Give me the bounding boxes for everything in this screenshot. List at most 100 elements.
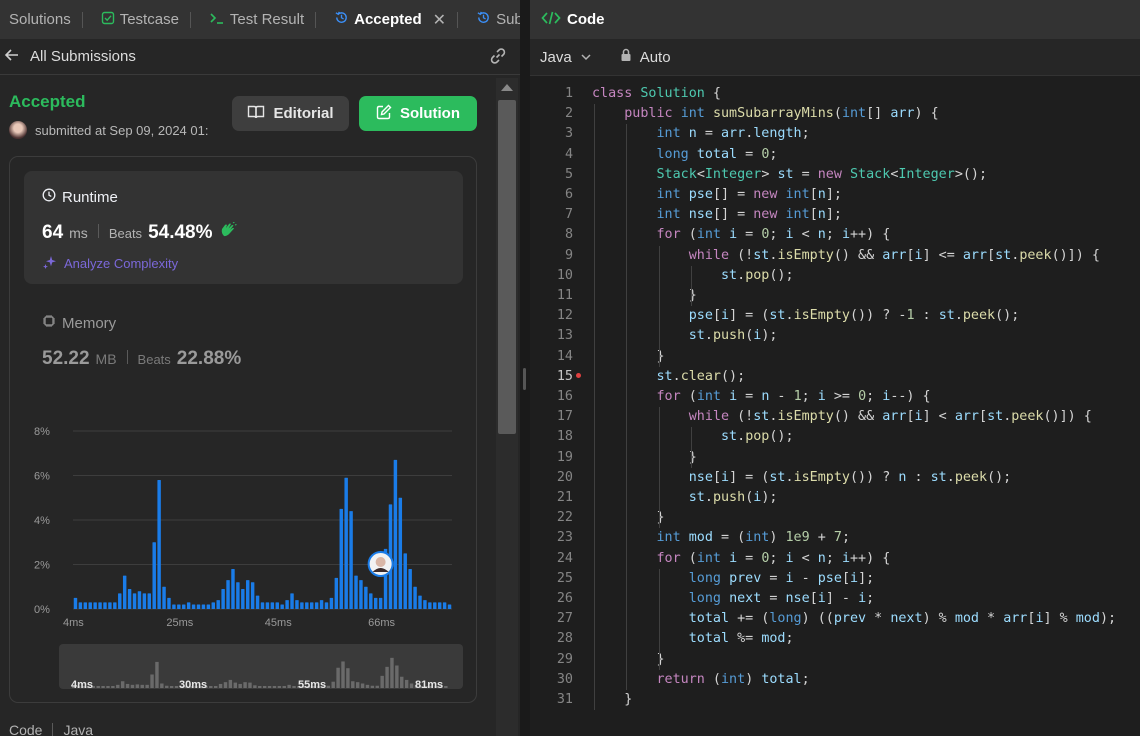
code-line[interactable]: 17 while (!st.isEmpty() && arr[i] < arr[…	[530, 407, 1140, 427]
overview-bar	[155, 661, 159, 688]
line-number[interactable]: 9	[530, 246, 573, 266]
code-line[interactable]: 2 public int sumSubarrayMins(int[] arr) …	[530, 104, 1140, 124]
code-line[interactable]: 30 return (int) total;	[530, 670, 1140, 690]
line-number[interactable]: 5	[530, 165, 573, 185]
line-number[interactable]: 25	[530, 569, 573, 589]
avatar[interactable]	[9, 121, 27, 139]
code-line[interactable]: 5 Stack<Integer> st = new Stack<Integer>…	[530, 165, 1140, 185]
code-line[interactable]: 29 }	[530, 650, 1140, 670]
code-line[interactable]: 18 st.pop();	[530, 427, 1140, 447]
code-line[interactable]: 28 total %= mod;	[530, 629, 1140, 649]
link-icon[interactable]	[488, 47, 508, 69]
line-number[interactable]: 7	[530, 205, 573, 225]
code-editor[interactable]: 1 class Solution {2 public int sumSubarra…	[530, 84, 1140, 736]
code-text: pse[i] = (st.isEmpty()) ? -1 : st.peek()…	[688, 308, 1020, 324]
line-number[interactable]: 10	[530, 266, 573, 286]
code-line[interactable]: 23 int mod = (int) 1e9 + 7;	[530, 528, 1140, 548]
runtime-box[interactable]: Runtime 64 ms Beats 54.48% Analyze Compl…	[24, 171, 463, 284]
y-tick-label: 0%	[34, 604, 50, 616]
line-number[interactable]: 6	[530, 185, 573, 205]
tab-accepted[interactable]: Accepted ✕	[325, 0, 467, 39]
line-number[interactable]: 21	[530, 488, 573, 508]
all-submissions-link[interactable]: All Submissions	[30, 48, 136, 65]
editorial-button[interactable]: Editorial	[232, 96, 349, 131]
line-number[interactable]: 1	[530, 84, 573, 104]
tab-testcase[interactable]: Testcase	[92, 0, 200, 39]
overview-bar	[346, 668, 350, 688]
code-line[interactable]: 12 pse[i] = (st.isEmpty()) ? -1 : st.pee…	[530, 306, 1140, 326]
line-number[interactable]: 27	[530, 609, 573, 629]
back-arrow-icon[interactable]	[4, 48, 22, 66]
line-number[interactable]: 26	[530, 589, 573, 609]
code-line[interactable]: 4 long total = 0;	[530, 145, 1140, 165]
scroll-up-arrow-icon[interactable]	[501, 84, 513, 91]
chart-bar	[147, 593, 152, 609]
tab-test-result[interactable]: Test Result	[200, 0, 325, 39]
line-number[interactable]: 13	[530, 326, 573, 346]
code-line[interactable]: 19 }	[530, 448, 1140, 468]
line-number[interactable]: 31	[530, 690, 573, 710]
line-number[interactable]: 4	[530, 145, 573, 165]
line-number[interactable]: 17	[530, 407, 573, 427]
code-line[interactable]: 1 class Solution {	[530, 84, 1140, 104]
x-tick-label: 25ms	[166, 617, 193, 629]
code-line[interactable]: 27 total += (long) ((prev * next) % mod …	[530, 609, 1140, 629]
line-number[interactable]: 12	[530, 306, 573, 326]
line-number[interactable]: 14	[530, 347, 573, 367]
clap-icon	[219, 221, 237, 243]
code-line[interactable]: 15 st.clear();	[530, 367, 1140, 387]
code-line[interactable]: 25 long prev = i - pse[i];	[530, 569, 1140, 589]
breakpoint-dot-icon[interactable]	[576, 372, 581, 378]
line-number[interactable]: 18	[530, 427, 573, 447]
analyze-complexity-link[interactable]: Analyze Complexity	[42, 254, 178, 273]
line-number[interactable]: 11	[530, 286, 573, 306]
chart-bar	[250, 582, 255, 609]
code-line[interactable]: 22 }	[530, 508, 1140, 528]
overview-bar	[365, 684, 370, 688]
line-number[interactable]: 20	[530, 468, 573, 488]
code-line[interactable]: 7 int nse[] = new int[n];	[530, 205, 1140, 225]
code-line[interactable]: 20 nse[i] = (st.isEmpty()) ? n : st.peek…	[530, 468, 1140, 488]
solution-button[interactable]: Solution	[359, 96, 477, 131]
overview-bar	[355, 682, 360, 688]
code-line[interactable]: 3 int n = arr.length;	[530, 124, 1140, 144]
line-number[interactable]: 19	[530, 448, 573, 468]
line-number[interactable]: 15	[530, 367, 573, 387]
code-line[interactable]: 6 int pse[] = new int[n];	[530, 185, 1140, 205]
line-number[interactable]: 28	[530, 629, 573, 649]
scrollbar-thumb[interactable]	[498, 100, 516, 434]
line-number[interactable]: 3	[530, 124, 573, 144]
splitter-grip[interactable]	[523, 368, 526, 390]
chevron-down-icon[interactable]	[580, 49, 592, 66]
code-line[interactable]: 31 }	[530, 690, 1140, 710]
tab-divider	[189, 11, 191, 28]
line-number[interactable]: 22	[530, 508, 573, 528]
code-line[interactable]: 10 st.pop();	[530, 266, 1140, 286]
code-line[interactable]: 21 st.push(i);	[530, 488, 1140, 508]
line-number[interactable]: 29	[530, 650, 573, 670]
line-number[interactable]: 23	[530, 528, 573, 548]
mode-label[interactable]: Auto	[640, 49, 671, 66]
code-line[interactable]: 13 st.push(i);	[530, 326, 1140, 346]
line-number[interactable]: 2	[530, 104, 573, 124]
runtime-distribution-chart[interactable]: 8% 6% 4% 2% 0% 4ms 25ms 45ms 66ms 4ms 30ms 55ms 81ms	[24, 418, 464, 696]
language-select[interactable]: Java	[540, 49, 572, 66]
memory-title[interactable]: Memory	[42, 314, 116, 332]
code-line[interactable]: 26 long next = nse[i] - i;	[530, 589, 1140, 609]
code-line[interactable]: 11 }	[530, 286, 1140, 306]
line-number[interactable]: 24	[530, 549, 573, 569]
chart-bar	[162, 586, 166, 609]
code-line[interactable]: 14 }	[530, 347, 1140, 367]
code-line[interactable]: 9 while (!st.isEmpty() && arr[i] <= arr[…	[530, 246, 1140, 266]
tab-submissions[interactable]: Submi	[467, 0, 520, 39]
code-line[interactable]: 24 for (int i = 0; i < n; i++) {	[530, 549, 1140, 569]
code-line[interactable]: 16 for (int i = n - 1; i >= 0; i--) {	[530, 387, 1140, 407]
tab-solutions[interactable]: Solutions	[0, 0, 92, 39]
line-number[interactable]: 30	[530, 670, 573, 690]
close-icon[interactable]: ✕	[433, 10, 446, 30]
chart-bar	[246, 580, 250, 609]
line-number[interactable]: 16	[530, 387, 573, 407]
code-line[interactable]: 8 for (int i = 0; i < n; i++) {	[530, 225, 1140, 245]
code-text: while (!st.isEmpty() && arr[i] <= arr[st…	[688, 247, 1100, 263]
line-number[interactable]: 8	[530, 225, 573, 245]
